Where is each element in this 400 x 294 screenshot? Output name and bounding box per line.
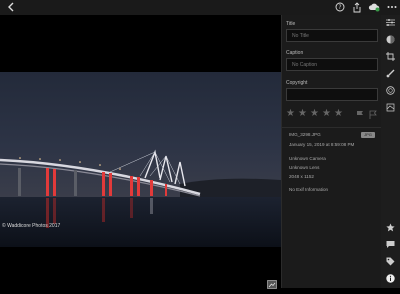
comment-icon[interactable] xyxy=(386,240,395,249)
crop-icon[interactable] xyxy=(386,52,395,61)
info-icon[interactable] xyxy=(386,274,395,283)
copyright-field[interactable] xyxy=(286,88,378,101)
rating-star-2[interactable]: ★ xyxy=(298,109,307,119)
selective-icon[interactable] xyxy=(386,103,395,112)
info-panel: Title No Title Caption No Caption Copyri… xyxy=(281,15,382,288)
svg-text:?: ? xyxy=(338,4,341,11)
title-placeholder: No Title xyxy=(292,33,309,39)
caption-field[interactable]: No Caption xyxy=(286,58,378,71)
caption-placeholder: No Caption xyxy=(292,62,318,68)
cloud-sync-icon[interactable] xyxy=(368,1,380,13)
radial-icon[interactable] xyxy=(386,86,395,95)
share-icon[interactable] xyxy=(351,1,363,13)
photo-viewer[interactable]: © Waddicore Photos 2017 xyxy=(0,15,281,289)
rating-star-1[interactable]: ★ xyxy=(286,109,295,119)
title-label: Title xyxy=(286,21,296,27)
file-name: IMG_3298.JPG xyxy=(289,132,321,137)
more-icon[interactable] xyxy=(386,1,398,13)
capture-date: January 15, 2019 at 8:59:08 PM xyxy=(289,142,355,147)
divider xyxy=(282,127,382,128)
exif-info: No Exif Information xyxy=(289,187,329,192)
rating-star-4[interactable]: ★ xyxy=(322,109,331,119)
title-field[interactable]: No Title xyxy=(286,29,378,42)
top-bar: ? xyxy=(0,0,400,15)
photo-image xyxy=(0,72,281,247)
image-dimensions: 2048 x 1152 xyxy=(289,174,314,179)
back-icon[interactable] xyxy=(5,1,17,13)
star-icon[interactable] xyxy=(386,223,395,232)
caption-label: Caption xyxy=(286,50,304,56)
rating-row: ★ ★ ★ ★ ★ xyxy=(286,109,380,121)
edit-sliders-icon[interactable] xyxy=(386,18,395,27)
tag-icon[interactable] xyxy=(386,257,395,266)
rating-star-3[interactable]: ★ xyxy=(310,109,319,119)
camera-model: Unknown Camera xyxy=(289,156,326,161)
file-type-badge: JPG xyxy=(361,132,375,138)
photo-copyright-watermark: © Waddicore Photos 2017 xyxy=(2,223,61,229)
compare-icon[interactable] xyxy=(267,276,277,289)
pick-flag-icon[interactable] xyxy=(356,110,364,119)
copyright-label: Copyright xyxy=(286,80,308,86)
color-icon[interactable] xyxy=(386,35,395,44)
reject-flag-icon[interactable] xyxy=(369,110,377,119)
rating-star-5[interactable]: ★ xyxy=(334,109,343,119)
right-toolbar xyxy=(381,15,400,288)
brush-icon[interactable] xyxy=(386,69,395,78)
help-icon[interactable]: ? xyxy=(334,1,346,13)
lens-model: Unknown Lens xyxy=(289,165,320,170)
